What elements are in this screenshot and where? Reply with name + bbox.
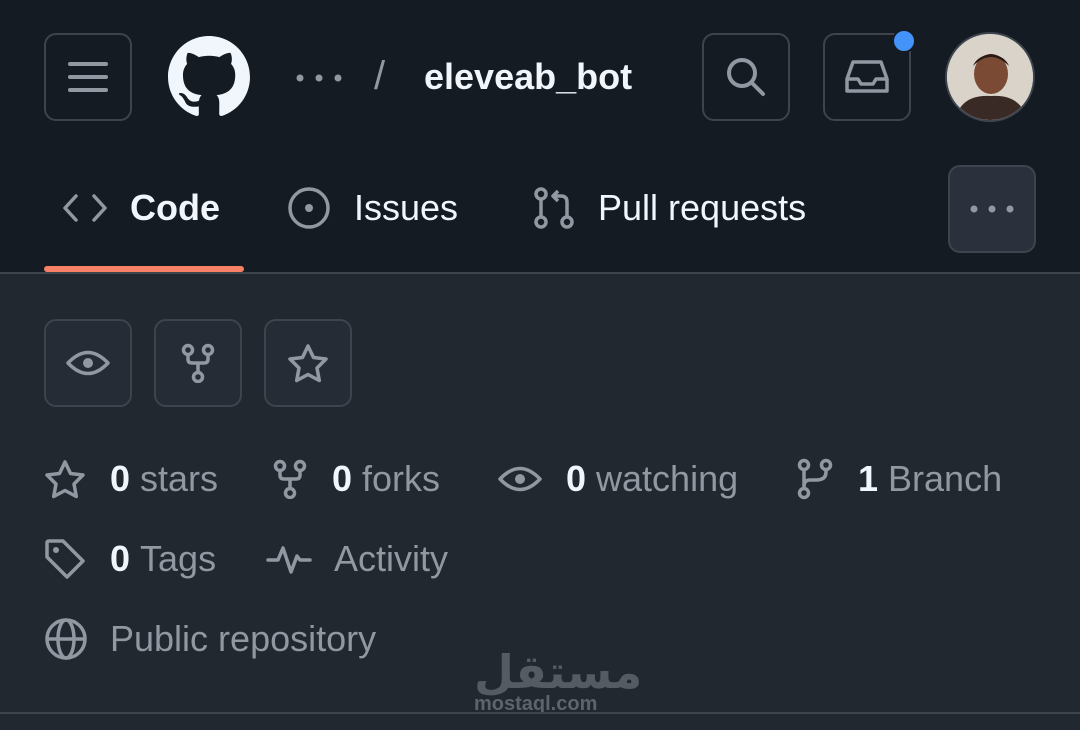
activity-label: Activity (334, 538, 449, 579)
tags-link[interactable]: 0 Tags (44, 534, 216, 584)
stars-count: 0 (110, 458, 131, 499)
tab-code[interactable]: Code (62, 180, 220, 236)
search-icon (727, 58, 765, 96)
activity-link[interactable]: Activity (266, 534, 448, 584)
tag-icon (45, 539, 85, 579)
section-divider (0, 712, 1080, 714)
tab-code-label: Code (130, 187, 220, 228)
stars-label: stars (140, 458, 219, 499)
issue-icon (288, 187, 330, 229)
visibility-info: Public repository (44, 614, 376, 664)
fork-icon (181, 343, 215, 383)
tags-label: Tags (140, 538, 217, 579)
watch-button[interactable] (44, 319, 132, 407)
tab-issues[interactable]: Issues (286, 180, 458, 236)
fork-icon (273, 459, 307, 499)
tab-pull-requests[interactable]: Pull requests (532, 180, 806, 236)
menu-icon (68, 62, 108, 92)
ellipsis-icon[interactable] (296, 68, 342, 88)
tab-pull-requests-label: Pull requests (598, 187, 807, 228)
notification-dot (892, 29, 916, 53)
tags-count: 0 (110, 538, 131, 579)
search-button[interactable] (702, 33, 790, 121)
eye-icon (498, 466, 542, 492)
fork-button[interactable] (154, 319, 242, 407)
pull-request-icon (534, 187, 574, 229)
branch-link[interactable]: 1 Branch (796, 454, 1002, 504)
github-logo[interactable] (168, 36, 250, 118)
inbox-icon (845, 60, 889, 93)
star-icon (288, 344, 328, 383)
tab-issues-label: Issues (354, 187, 459, 228)
more-tabs-button[interactable] (948, 165, 1036, 253)
watching-link[interactable]: 0 watching (498, 454, 738, 504)
watching-label: watching (596, 458, 739, 499)
star-button[interactable] (264, 319, 352, 407)
star-icon (45, 460, 85, 499)
app-header: / eleveab_bot Code Issues Pull requests (0, 0, 1080, 272)
stars-link[interactable]: 0 stars (44, 454, 218, 504)
eye-icon (66, 350, 110, 376)
globe-icon (45, 618, 87, 660)
header-divider (0, 272, 1080, 274)
repo-name-link[interactable]: eleveab_bot (424, 52, 632, 102)
menu-button[interactable] (44, 33, 132, 121)
branch-icon (797, 458, 833, 500)
forks-label: forks (362, 458, 441, 499)
watching-count: 0 (566, 458, 587, 499)
forks-link[interactable]: 0 forks (272, 454, 440, 504)
branch-label: Branch (888, 458, 1003, 499)
code-icon (63, 194, 107, 222)
forks-count: 0 (332, 458, 353, 499)
ellipsis-icon (970, 205, 1014, 213)
pulse-icon (266, 546, 312, 574)
visibility-label: Public repository (110, 618, 377, 659)
breadcrumb-separator: / (374, 54, 386, 98)
branch-count: 1 (858, 458, 879, 499)
avatar[interactable] (945, 32, 1035, 122)
